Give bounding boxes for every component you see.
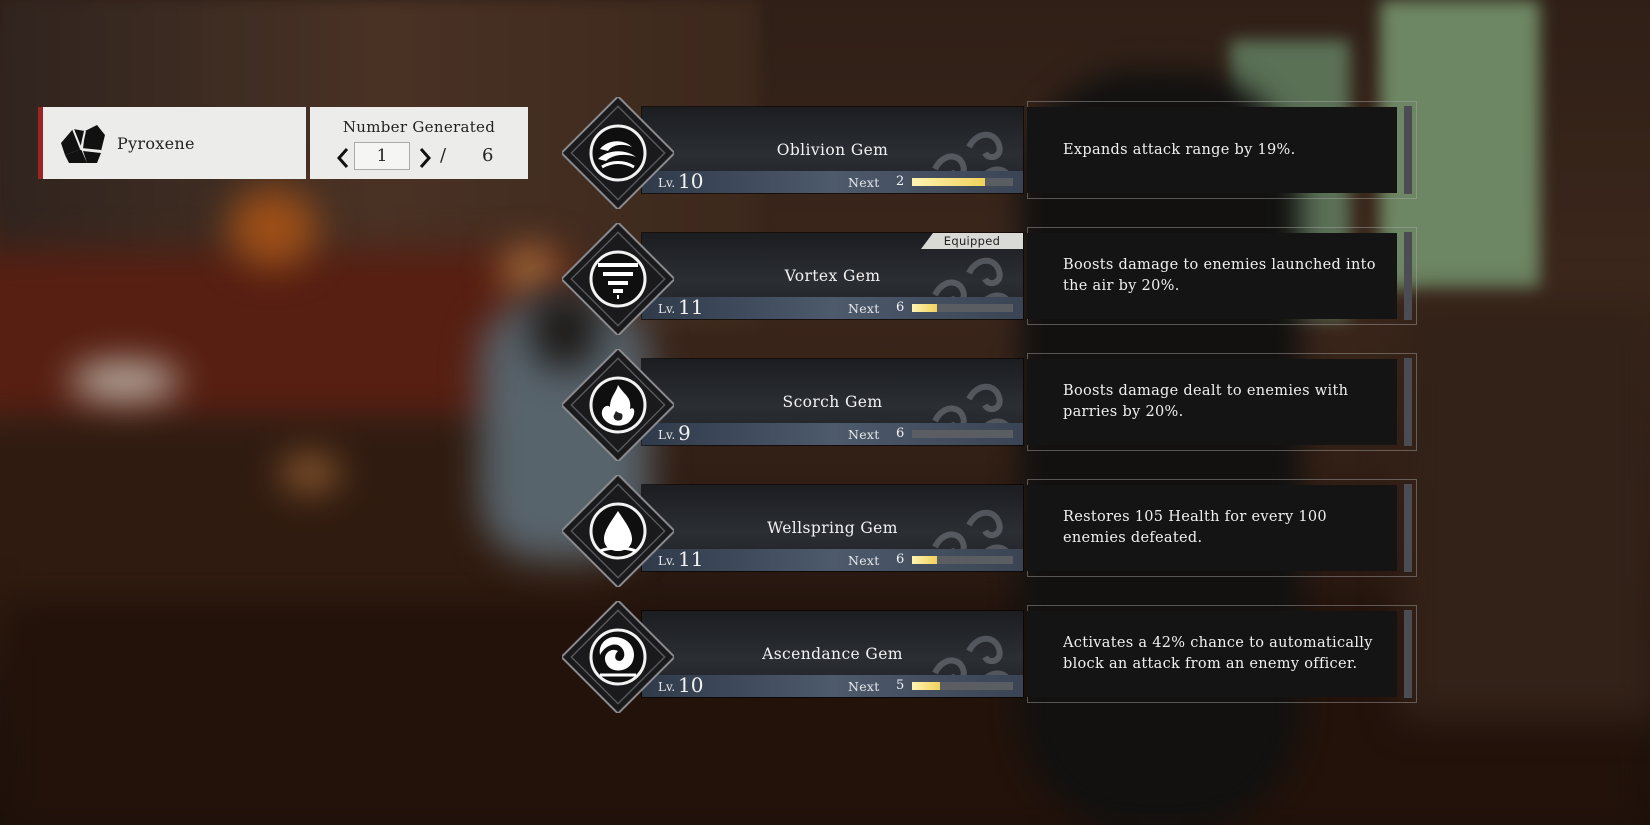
gem-description: Restores 105 Health for every 100 enemie… [1027, 485, 1397, 571]
ascendance-swirl-icon [560, 599, 676, 715]
number-generated-box: Number Generated / 6 [310, 107, 528, 179]
progress-bar [912, 430, 1013, 438]
gem-row-scorch-gem[interactable]: Scorch Gem Lv. 9 Next 6 Boosts damage de… [556, 347, 1420, 485]
gem-level: 10 [678, 673, 704, 697]
gem-level: 10 [678, 169, 704, 193]
gem-description-text: Activates a 42% chance to automatically … [1063, 635, 1373, 672]
gem-description: Expands attack range by 19%. [1027, 107, 1397, 193]
pyroxene-rock-icon [57, 120, 111, 166]
count-max: 6 [482, 145, 494, 166]
progress-fill [912, 682, 941, 690]
gem-description-text: Restores 105 Health for every 100 enemie… [1063, 509, 1327, 546]
selected-item-box: Pyroxene [38, 107, 306, 179]
next-count: 5 [896, 678, 905, 693]
next-label: Next [848, 175, 880, 190]
decrease-arrow-icon[interactable] [336, 147, 350, 169]
next-label: Next [848, 679, 880, 694]
scorch-flame-icon [560, 347, 676, 463]
oblivion-waves-icon [560, 95, 676, 211]
gem-level: 11 [678, 295, 704, 319]
next-count: 2 [896, 174, 905, 189]
gem-level-bar: Lv. 9 Next 6 [642, 421, 1023, 445]
gem-level-bar: Lv. 11 Next 6 [642, 295, 1023, 319]
gem-row-ascendance-gem[interactable]: Ascendance Gem Lv. 10 Next 5 Activates a… [556, 599, 1420, 737]
next-count: 6 [896, 552, 905, 567]
count-separator: / [440, 145, 447, 166]
gem-row-wellspring-gem[interactable]: Wellspring Gem Lv. 11 Next 6 Restores 10… [556, 473, 1420, 611]
gem-level: 9 [678, 421, 691, 445]
gem-name: Oblivion Gem [776, 141, 889, 159]
increase-arrow-icon[interactable] [418, 147, 432, 169]
gem-panel[interactable]: Wellspring Gem Lv. 11 Next 6 [642, 485, 1023, 571]
quantity-stepper-input[interactable] [354, 142, 410, 170]
next-count: 6 [896, 426, 905, 441]
next-label: Next [848, 427, 880, 442]
progress-bar [912, 304, 1013, 312]
gem-level-bar: Lv. 11 Next 6 [642, 547, 1023, 571]
item-name: Pyroxene [117, 133, 195, 153]
progress-fill [912, 304, 938, 312]
progress-bar [912, 178, 1013, 186]
gem-level-bar: Lv. 10 Next 5 [642, 673, 1023, 697]
gem-row-oblivion-gem[interactable]: Oblivion Gem Lv. 10 Next 2 Expands attac… [556, 95, 1420, 233]
next-label: Next [848, 301, 880, 316]
gem-description-text: Expands attack range by 19%. [1063, 141, 1296, 158]
next-label: Next [848, 553, 880, 568]
gem-panel[interactable]: Scorch Gem Lv. 9 Next 6 [642, 359, 1023, 445]
gem-level: 11 [678, 547, 704, 571]
progress-bar [912, 682, 1013, 690]
vortex-tornado-icon [560, 221, 676, 337]
equipped-badge: Equipped [921, 233, 1023, 249]
next-count: 6 [896, 300, 905, 315]
gem-description-text: Boosts damage to enemies launched into t… [1063, 257, 1376, 294]
gem-description-text: Boosts damage dealt to enemies with parr… [1063, 383, 1349, 420]
gem-row-vortex-gem[interactable]: Equipped Vortex Gem Lv. 11 Next 6 Boosts… [556, 221, 1420, 359]
gem-description: Activates a 42% chance to automatically … [1027, 611, 1397, 697]
wellspring-drop-icon [560, 473, 676, 589]
gem-name: Ascendance Gem [762, 645, 903, 663]
gem-panel[interactable]: Ascendance Gem Lv. 10 Next 5 [642, 611, 1023, 697]
number-generated-label: Number Generated [342, 118, 496, 136]
progress-fill [912, 556, 938, 564]
gem-description: Boosts damage to enemies launched into t… [1027, 233, 1397, 319]
gem-panel[interactable]: Oblivion Gem Lv. 10 Next 2 [642, 107, 1023, 193]
progress-bar [912, 556, 1013, 564]
progress-fill [912, 178, 985, 186]
gem-name: Vortex Gem [784, 267, 881, 285]
gem-level-bar: Lv. 10 Next 2 [642, 169, 1023, 193]
gem-description: Boosts damage dealt to enemies with parr… [1027, 359, 1397, 445]
gem-panel[interactable]: Equipped Vortex Gem Lv. 11 Next 6 [642, 233, 1023, 319]
gem-name: Scorch Gem [782, 393, 883, 411]
gem-name: Wellspring Gem [767, 519, 898, 537]
